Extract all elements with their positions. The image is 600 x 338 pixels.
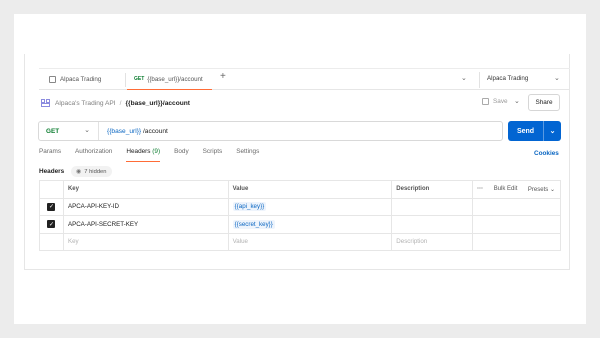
env-divider	[479, 72, 480, 88]
url-variable: {{base_url}}	[107, 127, 142, 135]
chevron-down-icon[interactable]: ⌄	[514, 97, 520, 105]
table-header-row: Key Value Description ··· Bulk Edit Pres…	[40, 181, 561, 199]
column-description: Description	[392, 181, 474, 198]
header-value: {{api_key}}	[232, 202, 267, 212]
row-actions	[473, 216, 561, 233]
headers-section-title: Headers	[39, 168, 65, 175]
headers-table: Key Value Description ··· Bulk Edit Pres…	[39, 180, 561, 251]
new-value-input[interactable]: Value	[229, 233, 393, 250]
select-column	[40, 181, 64, 198]
bulk-edit-button[interactable]: Bulk Edit	[494, 186, 518, 192]
header-value-cell[interactable]: {{api_key}}	[229, 198, 393, 215]
checkbox-checked-icon[interactable]: ✓	[47, 202, 56, 211]
method-select[interactable]: GET ⌄	[39, 122, 99, 140]
hidden-count: 7 hidden	[84, 168, 107, 175]
tab-divider	[125, 73, 126, 87]
more-horizontal-icon[interactable]: ···	[477, 186, 483, 192]
chevron-down-icon[interactable]: ⌄	[554, 74, 560, 82]
method-label: GET	[46, 127, 60, 135]
url-input[interactable]: {{base_url}} /account	[99, 128, 168, 135]
chevron-down-icon: ⌄	[84, 127, 90, 134]
share-button[interactable]: Share	[528, 94, 560, 111]
checkbox-checked-icon[interactable]: ✓	[47, 220, 56, 229]
breadcrumb: Alpaca's Trading API / {{base_url}}/acco…	[41, 97, 190, 109]
tab-headers-count: (9)	[152, 148, 161, 155]
tab-params[interactable]: Params	[39, 148, 61, 162]
api-icon	[41, 99, 50, 107]
breadcrumb-current[interactable]: {{base_url}}/account	[125, 100, 190, 107]
url-path: /account	[141, 127, 168, 135]
chevron-down-icon[interactable]: ⌄	[544, 127, 561, 135]
new-key-input[interactable]: Key	[64, 233, 229, 250]
tab-bar: Alpaca Trading GET {{base_url}}/account …	[39, 68, 570, 90]
tab-authorization[interactable]: Authorization	[75, 148, 112, 162]
header-description[interactable]	[392, 216, 474, 233]
tab-method: GET	[134, 76, 145, 82]
table-row-empty: Key Value Description	[40, 233, 561, 251]
breadcrumb-parent[interactable]: Alpaca's Trading API	[55, 100, 116, 107]
row-checkbox-cell	[40, 233, 64, 250]
request-subtabs: Params Authorization Headers (9) Body Sc…	[39, 148, 273, 162]
save-icon	[482, 98, 489, 105]
tab-settings[interactable]: Settings	[236, 148, 259, 162]
row-actions	[473, 198, 561, 215]
request-url-bar: GET ⌄ {{base_url}} /account	[38, 121, 503, 141]
presets-label: Presets	[527, 186, 549, 193]
cookies-link[interactable]: Cookies	[534, 150, 559, 157]
environment-selector[interactable]: Alpaca Trading	[487, 75, 528, 82]
breadcrumb-separator: /	[119, 99, 122, 107]
table-row: ✓ APCA-API-SECRET-KEY {{secret_key}}	[40, 216, 561, 234]
collection-tab-icon	[49, 76, 56, 83]
eye-icon: ◉	[76, 169, 82, 175]
tab-scripts[interactable]: Scripts	[203, 148, 223, 162]
tab-collection[interactable]: Alpaca Trading	[49, 69, 101, 90]
row-checkbox-cell: ✓	[40, 216, 64, 233]
send-button[interactable]: Send ⌄	[508, 121, 561, 141]
table-actions: ··· Bulk Edit Presets ⌄	[473, 181, 561, 198]
column-key: Key	[64, 181, 229, 198]
row-actions	[473, 233, 561, 250]
chevron-down-icon[interactable]: ⌄	[461, 74, 467, 82]
new-description-input[interactable]: Description	[392, 233, 474, 250]
table-row: ✓ APCA-API-KEY-ID {{api_key}}	[40, 198, 561, 216]
chevron-down-icon: ⌄	[549, 186, 555, 193]
tab-headers-label: Headers	[126, 148, 151, 155]
header-description[interactable]	[392, 198, 474, 215]
header-key[interactable]: APCA-API-KEY-ID	[64, 198, 229, 215]
presets-dropdown[interactable]: Presets ⌄	[528, 186, 555, 193]
tab-label: {{base_url}}/account	[147, 75, 203, 83]
plus-icon[interactable]: +	[220, 71, 226, 82]
save-label: Save	[493, 98, 508, 105]
save-button[interactable]: Save	[482, 98, 508, 105]
header-value-cell[interactable]: {{secret_key}}	[229, 216, 393, 233]
tab-request-account[interactable]: GET {{base_url}}/account	[127, 69, 212, 90]
tab-label: Alpaca Trading	[60, 76, 102, 83]
header-value: {{secret_key}}	[232, 219, 275, 229]
tab-headers[interactable]: Headers (9)	[126, 148, 161, 162]
header-key[interactable]: APCA-API-SECRET-KEY	[64, 216, 229, 233]
row-checkbox-cell: ✓	[40, 198, 64, 215]
hidden-headers-toggle[interactable]: ◉ 7 hidden	[71, 166, 112, 177]
send-label: Send	[516, 127, 535, 135]
tab-body[interactable]: Body	[174, 148, 189, 162]
column-value: Value	[229, 181, 393, 198]
